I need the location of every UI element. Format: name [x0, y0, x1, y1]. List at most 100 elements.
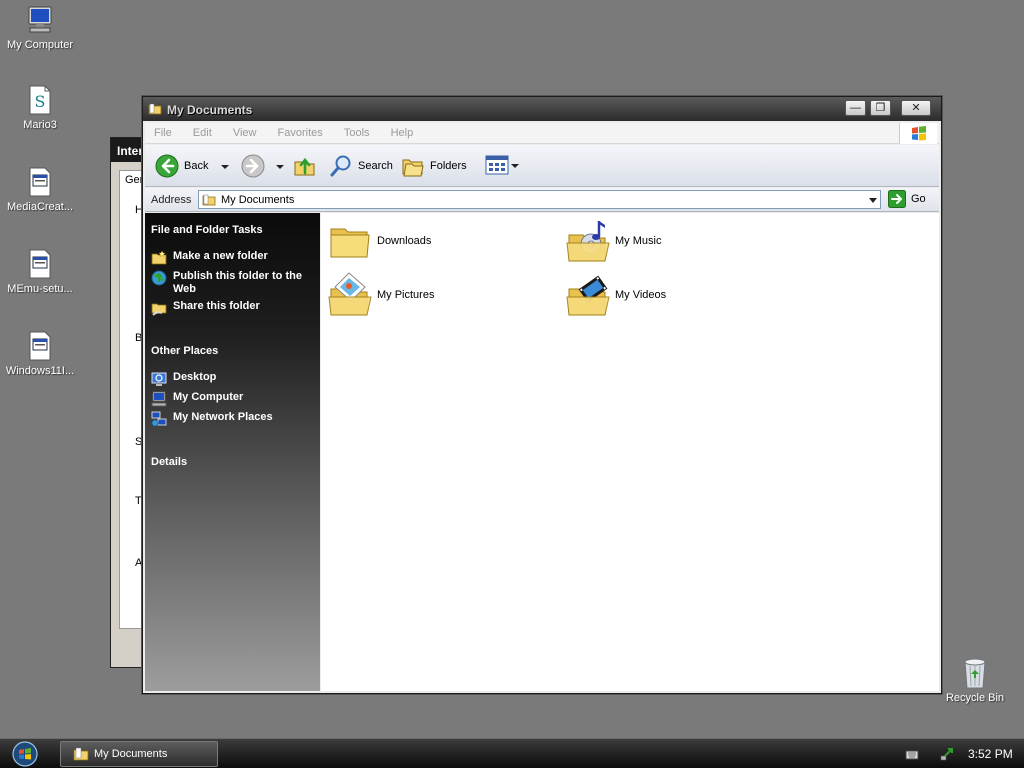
desktop-icon-label: Windows11I... [5, 365, 75, 377]
folder-item-my-music[interactable]: My Music [565, 217, 661, 265]
window-title: My Documents [167, 103, 253, 117]
file-folder-tasks-heading[interactable]: File and Folder Tasks [151, 224, 263, 236]
back-arrow-icon [155, 154, 179, 178]
desktop-icon-label: MediaCreat... [6, 201, 74, 213]
folders-button[interactable]: Folders [401, 154, 467, 178]
address-field[interactable]: My Documents [198, 190, 881, 209]
taskbar-clock[interactable]: 3:52 PM [968, 747, 1013, 761]
restore-button[interactable]: ❐ [870, 100, 891, 116]
desktop-link[interactable]: Desktop [151, 371, 311, 387]
views-dropdown-icon[interactable] [511, 164, 519, 168]
make-new-folder-label: Make a new folder [173, 250, 268, 262]
desktop-icon-my-computer[interactable]: My Computer [0, 4, 80, 51]
share-folder-link[interactable]: Share this folder [151, 300, 311, 316]
background-window-text: T [135, 495, 142, 507]
recycle-bin-label: Recycle Bin [945, 692, 1005, 704]
back-label: Back [184, 160, 209, 172]
back-dropdown-icon[interactable] [221, 165, 229, 169]
taskbar-item-label: My Documents [94, 748, 168, 760]
forward-dropdown-icon[interactable] [276, 165, 284, 169]
pictures-folder-icon [328, 272, 372, 316]
folder-item-downloads[interactable]: Downloads [327, 217, 431, 265]
start-button-icon[interactable] [10, 740, 40, 768]
desktop-icon [151, 372, 167, 386]
desktop-icon-mario3[interactable]: S Mario3 [0, 84, 80, 131]
go-label: Go [911, 193, 926, 205]
search-label: Search [358, 160, 393, 172]
my-network-places-link[interactable]: My Network Places [151, 411, 311, 427]
menu-tools[interactable]: Tools [335, 123, 379, 139]
desktop-icon-mediacreation[interactable]: MediaCreat... [0, 166, 80, 213]
executable-icon [29, 249, 51, 279]
background-window-tab[interactable]: Ger [125, 174, 143, 186]
address-label: Address [151, 194, 192, 206]
my-computer-icon [151, 391, 167, 407]
views-button[interactable] [485, 154, 509, 176]
menu-file[interactable]: File [145, 123, 181, 139]
recycle-bin-icon [964, 658, 986, 689]
make-new-folder-link[interactable]: Make a new folder [151, 250, 311, 266]
search-icon [330, 155, 351, 177]
desktop-icon-label: My Computer [6, 39, 74, 51]
executable-icon [29, 167, 51, 197]
folder-icon [330, 228, 370, 258]
other-places-heading[interactable]: Other Places [151, 345, 218, 357]
desktop-icon-memu-setup[interactable]: MEmu-setu... [0, 248, 80, 295]
file-list-pane[interactable]: Downloads My Music My Pictures My Videos [321, 213, 939, 691]
search-button[interactable]: Search [329, 154, 393, 178]
menu-favorites[interactable]: Favorites [269, 123, 332, 139]
recycle-bin[interactable]: Recycle Bin [940, 656, 1010, 704]
folder-label: My Pictures [377, 289, 435, 301]
windows-logo [899, 123, 937, 144]
address-dropdown-icon[interactable] [869, 198, 877, 203]
share-folder-label: Share this folder [173, 300, 260, 312]
forward-button[interactable] [241, 154, 265, 178]
executable-icon [29, 331, 51, 361]
publish-web-icon [151, 270, 167, 286]
toolbar: Back Search Folders [145, 145, 939, 187]
desktop-icon-label: MEmu-setu... [7, 283, 73, 295]
keyboard-tray-icon[interactable] [905, 747, 919, 761]
folders-label: Folders [430, 160, 467, 172]
close-button[interactable]: ✕ [901, 100, 931, 116]
network-tray-icon[interactable] [940, 747, 954, 761]
menu-help[interactable]: Help [382, 123, 423, 139]
my-documents-window: My Documents — ❐ ✕ File Edit View Favori… [142, 96, 942, 694]
folder-item-my-videos[interactable]: My Videos [565, 271, 666, 319]
videos-folder-icon [566, 275, 610, 316]
desktop-icon-windows11[interactable]: Windows11I... [0, 330, 80, 377]
desktop-icon-label: Mario3 [23, 119, 57, 131]
address-value: My Documents [221, 194, 295, 206]
share-folder-icon [151, 303, 167, 316]
minimize-button[interactable]: — [845, 100, 866, 116]
my-computer-icon [28, 6, 52, 33]
music-folder-icon [566, 221, 610, 262]
address-bar: Address My Documents Go [145, 188, 939, 212]
menu-bar: File Edit View Favorites Tools Help [145, 123, 939, 144]
taskbar: My Documents 3:52 PM [0, 738, 1024, 768]
folder-label: Downloads [377, 235, 432, 247]
folder-item-my-pictures[interactable]: My Pictures [327, 271, 434, 319]
views-icon [485, 155, 509, 175]
up-folder-icon [294, 157, 315, 176]
taskbar-item-my-documents[interactable]: My Documents [60, 741, 218, 767]
windows-flag-icon [912, 126, 926, 141]
menu-view[interactable]: View [224, 123, 266, 139]
network-places-icon [151, 411, 167, 427]
publish-folder-link[interactable]: Publish this folder to the Web [151, 270, 311, 296]
folder-icon [73, 747, 89, 761]
svg-text:S: S [35, 92, 46, 111]
up-button[interactable] [293, 154, 317, 178]
my-network-places-label: My Network Places [173, 411, 273, 423]
back-button[interactable]: Back [155, 154, 208, 178]
folders-icon [402, 159, 424, 177]
document-s-icon: S [29, 85, 51, 115]
details-heading[interactable]: Details [151, 456, 187, 468]
my-computer-link[interactable]: My Computer [151, 391, 311, 407]
go-button[interactable]: Go [888, 190, 926, 208]
folder-label: My Music [615, 235, 662, 247]
title-bar[interactable]: My Documents — ❐ ✕ [143, 97, 941, 121]
menu-edit[interactable]: Edit [184, 123, 221, 139]
new-folder-icon [151, 250, 167, 265]
task-pane: File and Folder Tasks Make a new folder … [145, 213, 320, 691]
